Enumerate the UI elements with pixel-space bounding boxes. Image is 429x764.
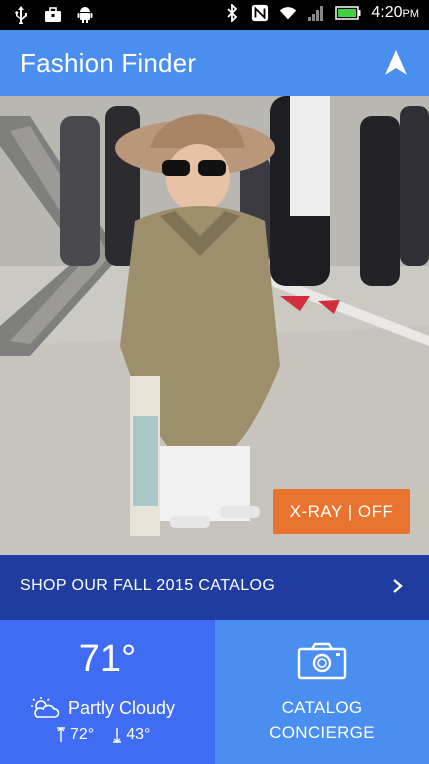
catalog-banner-label: SHOP OUR FALL 2015 CATALOG (20, 577, 276, 594)
weather-high: 72° (56, 726, 94, 744)
signal-icon (307, 4, 325, 22)
bluetooth-icon (223, 4, 241, 22)
weather-low: 43° (112, 726, 150, 744)
usb-icon (12, 6, 30, 24)
shop-catalog-banner[interactable]: SHOP OUR FALL 2015 CATALOG (0, 555, 429, 620)
low-temp-icon (113, 728, 122, 743)
weather-temperature: 71° (78, 638, 137, 680)
camera-icon (297, 642, 347, 680)
status-bar: 4:20PM (0, 0, 429, 30)
hero-photo[interactable]: X-RAY | OFF (0, 96, 429, 555)
weather-condition: Partly Cloudy (68, 697, 176, 718)
status-time: 4:20PM (371, 4, 419, 21)
weather-tile[interactable]: 71° Partly Cloudy 72° 43° (0, 620, 215, 764)
catalog-concierge-button[interactable]: CATALOG CONCIERGE (215, 620, 429, 764)
navigation-button[interactable] (381, 48, 411, 78)
nfc-icon (251, 4, 269, 22)
android-icon (76, 6, 94, 24)
chevron-right-icon (393, 579, 403, 593)
catalog-concierge-label: CATALOG CONCIERGE (269, 698, 375, 742)
navigation-arrow-icon (385, 50, 407, 75)
partly-cloudy-icon (31, 697, 60, 718)
briefcase-icon (44, 6, 62, 24)
high-temp-icon (57, 727, 65, 742)
xray-toggle-button[interactable]: X-RAY | OFF (273, 489, 410, 534)
app-bar: Fashion Finder (0, 30, 429, 96)
street-fashion-photo (0, 96, 429, 555)
wifi-icon (279, 4, 297, 22)
app-title: Fashion Finder (20, 48, 197, 78)
battery-icon (335, 4, 361, 22)
